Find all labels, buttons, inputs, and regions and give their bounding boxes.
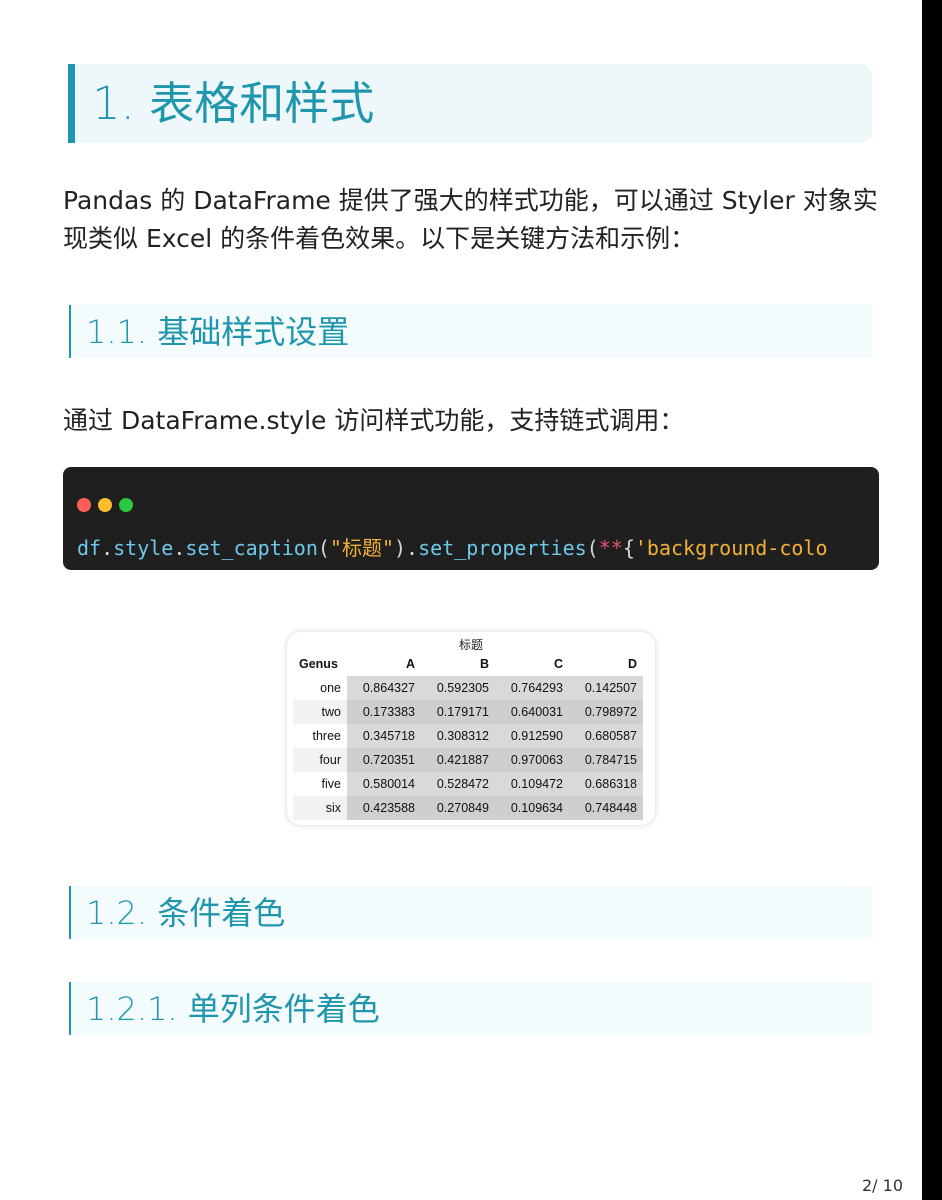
code-token: . <box>101 536 114 560</box>
column-header: B <box>479 657 489 671</box>
intro-paragraph: Pandas 的 DataFrame 提供了强大的样式功能，可以通过 Style… <box>63 186 878 253</box>
heading-accent-bar <box>69 305 71 358</box>
table-row: one 0.864327 0.592305 0.764293 0.142507 <box>293 676 643 700</box>
window-maximize-dot-icon <box>119 498 133 512</box>
table-cell: 0.345718 <box>347 724 421 748</box>
section-heading-1-2-1: 1.2.1. 单列条件着色 <box>69 982 872 1035</box>
index-header: Genus <box>299 657 338 671</box>
row-index: six <box>293 796 347 820</box>
table-row: two 0.173383 0.179171 0.640031 0.798972 <box>293 700 643 724</box>
column-header: C <box>553 657 563 671</box>
heading-1-1-title: 1.1. 基础样式设置 <box>86 313 350 351</box>
table-cell: 0.109634 <box>495 796 569 820</box>
table-row: six 0.423588 0.270849 0.109634 0.748448 <box>293 796 643 820</box>
code-token: style <box>113 536 174 560</box>
table-header-row: Genus A B C D <box>293 652 643 676</box>
row-index: four <box>293 748 347 772</box>
code-token: ) <box>394 536 407 560</box>
table-cell: 0.798972 <box>569 700 643 724</box>
code-token: { <box>622 536 635 560</box>
table-cell: 0.686318 <box>569 772 643 796</box>
window-minimize-dot-icon <box>98 498 112 512</box>
window-close-dot-icon <box>77 498 91 512</box>
heading-1-2-title: 1.2. 条件着色 <box>86 894 286 932</box>
code-block[interactable]: df.style.set_caption("标题").set_propertie… <box>63 467 879 570</box>
table-cell: 0.421887 <box>421 748 495 772</box>
table-cell: 0.748448 <box>569 796 643 820</box>
code-token: ( <box>317 536 330 560</box>
basic-style-paragraph: 通过 DataFrame.style 访问样式功能，支持链式调用： <box>63 406 685 435</box>
code-token: ( <box>586 536 599 560</box>
table-cell: 0.528472 <box>421 772 495 796</box>
table-cell: 0.640031 <box>495 700 569 724</box>
heading-1-2-1-title: 1.2.1. 单列条件着色 <box>86 990 380 1028</box>
table-cell: 0.720351 <box>347 748 421 772</box>
table-cell: 0.423588 <box>347 796 421 820</box>
table-cell: 0.784715 <box>569 748 643 772</box>
code-token: 'background-colo <box>634 536 828 560</box>
row-index: one <box>320 681 341 695</box>
heading-1-title: 1. 表格和样式 <box>92 77 375 130</box>
code-token: set_caption <box>185 536 318 560</box>
table-caption: 标题 <box>458 638 483 652</box>
table-cell: 0.142507 <box>569 676 643 700</box>
table-cell: 0.764293 <box>495 676 569 700</box>
heading-accent-bar <box>69 982 71 1035</box>
section-heading-1: 1. 表格和样式 <box>68 64 872 143</box>
section-heading-1-2: 1.2. 条件着色 <box>69 886 872 939</box>
page-edge-bar <box>922 0 942 1200</box>
code-token: df <box>77 536 102 560</box>
code-token: "标题" <box>329 536 394 560</box>
table-row: three 0.345718 0.308312 0.912590 0.68058… <box>293 724 643 748</box>
table-cell: 0.173383 <box>347 700 421 724</box>
table-cell: 0.912590 <box>495 724 569 748</box>
column-header: D <box>627 657 637 671</box>
table-cell: 0.970063 <box>495 748 569 772</box>
code-token: ** <box>598 536 623 560</box>
row-index: five <box>321 777 341 791</box>
section-heading-1-1: 1.1. 基础样式设置 <box>69 305 872 358</box>
row-index: three <box>312 729 342 743</box>
table-cell: 0.680587 <box>569 724 643 748</box>
column-header: A <box>405 657 415 671</box>
code-token: . <box>173 536 186 560</box>
row-index: two <box>293 700 347 724</box>
table-cell: 0.308312 <box>421 724 495 748</box>
code-token: set_properties <box>418 536 587 560</box>
code-line: df.style.set_caption("标题").set_propertie… <box>77 533 828 563</box>
table-cell: 0.109472 <box>495 772 569 796</box>
table-cell: 0.864327 <box>347 676 421 700</box>
table-row: five 0.580014 0.528472 0.109472 0.686318 <box>293 772 643 796</box>
table-cell: 0.179171 <box>421 700 495 724</box>
dataframe-table: Genus A B C D one 0.864327 0.592305 0.76… <box>293 652 643 820</box>
heading-accent-bar <box>68 64 75 143</box>
table-cell: 0.592305 <box>421 676 495 700</box>
page-number: 2/ 10 <box>862 1176 904 1195</box>
code-token: . <box>406 536 419 560</box>
styled-dataframe-image: 标题 Genus A B C D one 0.864327 0.592305 0… <box>287 632 655 825</box>
table-row: four 0.720351 0.421887 0.970063 0.784715 <box>293 748 643 772</box>
heading-accent-bar <box>69 886 71 939</box>
table-cell: 0.270849 <box>421 796 495 820</box>
table-cell: 0.580014 <box>347 772 421 796</box>
